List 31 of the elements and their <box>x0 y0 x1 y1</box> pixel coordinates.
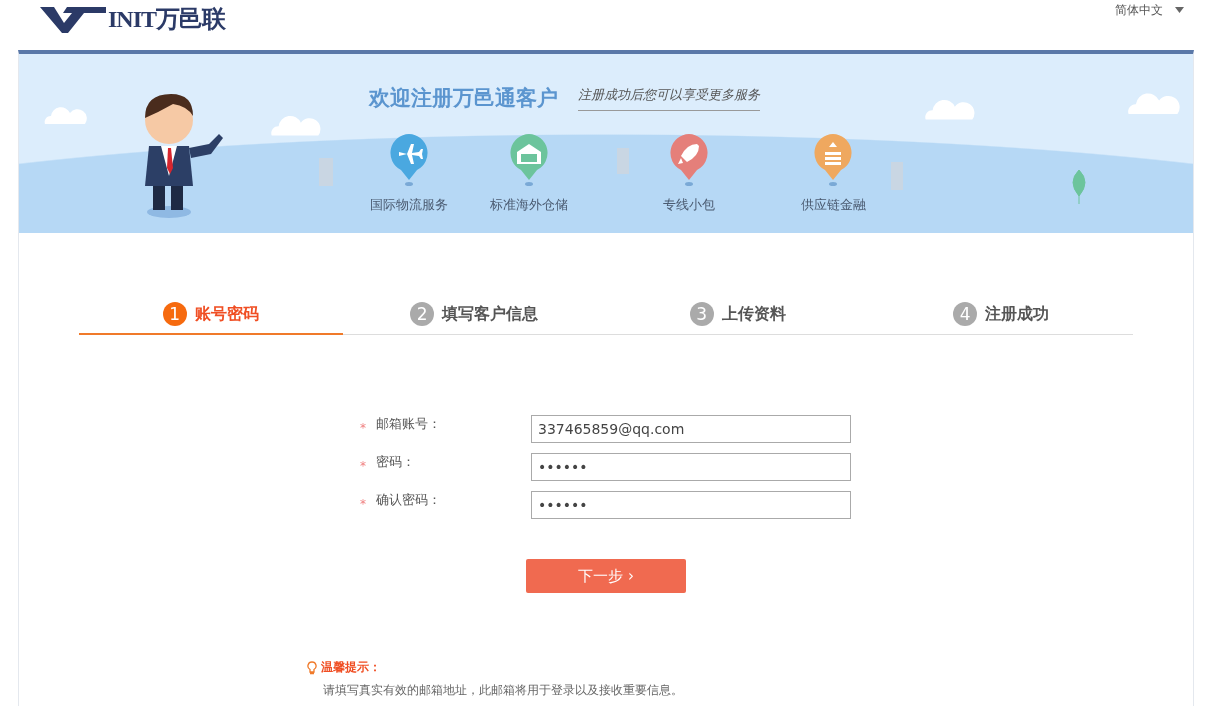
banner-title: 欢迎注册万邑通客户 <box>369 85 558 112</box>
field-label: 密码： <box>376 453 416 471</box>
step-tab[interactable]: 1 账号密码 <box>79 295 343 335</box>
caret-icon <box>1175 7 1184 13</box>
input-field[interactable]: 337465859@qq.com <box>531 415 851 443</box>
service-label: 专线小包 <box>663 196 715 214</box>
step-tab[interactable]: 2 填写客户信息 <box>342 295 606 335</box>
input-field[interactable]: •••••• <box>531 453 851 481</box>
lightbulb-icon <box>307 660 317 675</box>
required-mark: * <box>360 458 367 473</box>
step-number: 1 <box>162 302 187 326</box>
input-field[interactable]: •••••• <box>531 491 851 519</box>
leaf-icon <box>1069 170 1089 204</box>
step-number: 4 <box>953 302 978 326</box>
tip-title: 温馨提示： <box>321 659 381 676</box>
step-tab[interactable]: 4 注册成功 <box>869 295 1133 335</box>
tip-text: 请填写真实有效的邮箱地址，此邮箱将用于登录以及接收重要信息。 <box>322 682 684 699</box>
field-label: 邮箱账号： <box>376 415 442 433</box>
step-tab[interactable]: 3 上传资料 <box>606 295 870 335</box>
step-number: 2 <box>410 302 435 326</box>
service-label: 国际物流服务 <box>370 196 448 214</box>
banner-slogan: 注册成功后您可以享受更多服务 <box>578 85 760 111</box>
logo-mark-icon <box>40 7 106 33</box>
service-label: 供应链金融 <box>800 196 866 214</box>
required-mark: * <box>360 420 367 435</box>
service-label: 标准海外仓储 <box>490 196 568 214</box>
step-number: 3 <box>689 302 714 326</box>
logo-text: INIT万邑联 <box>108 6 226 32</box>
language-selector[interactable]: 简体中文 <box>1115 0 1184 20</box>
required-mark: * <box>360 496 367 511</box>
field-label: 确认密码： <box>376 491 442 509</box>
